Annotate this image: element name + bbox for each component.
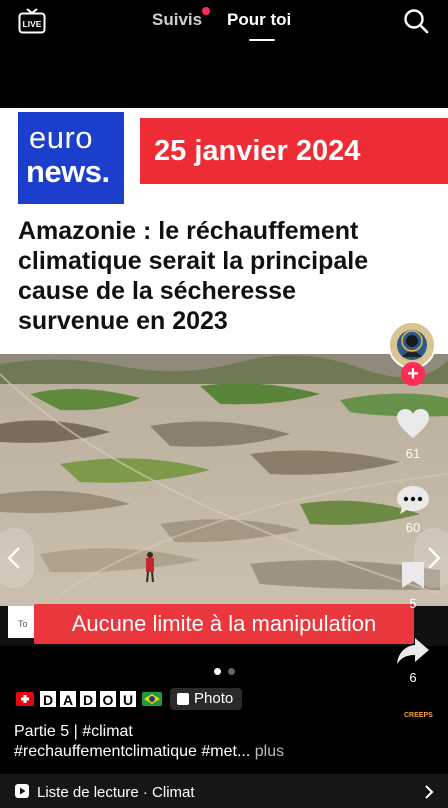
save-count: 5 [409,596,417,611]
description-hashtags[interactable]: #rechauffementclimatique #met... [14,743,250,760]
save-button[interactable] [400,560,426,595]
description-line1[interactable]: Partie 5 | #climat [14,723,133,741]
live-label: LIVE [23,19,42,29]
share-count: 6 [409,670,417,685]
description-line2[interactable]: #rechauffementclimatique #met... plus [14,743,414,761]
previous-photo-button[interactable] [0,528,34,588]
headline-line: survenue en 2023 [18,307,228,335]
headline-line: climatique serait la principale [18,247,369,275]
photo-badge: Photo [170,688,242,710]
author-letter[interactable]: U [119,690,137,708]
search-button[interactable] [403,8,429,34]
active-tab-indicator [249,39,275,41]
author-letter[interactable]: O [99,690,117,708]
more-link[interactable]: plus [255,743,284,760]
headline: Amazonie : le réchauffement climatique s… [18,216,398,336]
chevron-left-icon [7,547,20,569]
author-letter[interactable]: D [79,690,97,708]
overlay-caption: Aucune limite à la manipulation [34,604,414,644]
watermark: CREEPS [404,712,433,719]
comment-count: 60 [405,520,421,535]
playlist-label[interactable]: Liste de lecture · Climat [37,784,195,801]
playlist-icon [14,783,30,804]
euronews-logo: euro news. [18,112,124,204]
swiss-flag-icon [16,692,34,706]
author-letter[interactable]: A [59,690,77,708]
bookmark-icon [402,562,424,588]
carousel-dot-active [214,668,221,675]
partial-text: To [18,619,28,629]
headline-line: cause de la sécheresse [18,277,296,305]
share-arrow-icon [397,638,429,664]
chevron-right-icon [425,785,434,799]
share-button[interactable] [396,636,430,671]
partial-text-strip: To [8,606,36,638]
author-letter[interactable]: D [39,690,57,708]
search-icon [404,9,429,34]
date-banner: 25 janvier 2024 [140,118,448,184]
notification-dot [202,7,210,15]
avatar-image [390,323,434,367]
top-nav [0,0,448,50]
tab-for-you[interactable]: Pour toi [227,10,291,30]
drought-photo [0,354,448,606]
headline-line: Amazonie : le réchauffement [18,217,359,245]
logo-line1: euro [29,120,94,155]
follow-button[interactable]: + [401,362,425,386]
chevron-right-icon [428,547,441,569]
live-button[interactable]: LIVE [18,8,46,34]
heart-icon [397,409,429,438]
logo-line2: news. [26,154,110,189]
photo-icon [177,693,189,705]
playlist-chevron[interactable] [424,784,434,805]
comment-icon [397,486,429,514]
brazil-flag-icon [142,692,162,706]
comment-button[interactable] [396,484,430,521]
like-button[interactable] [396,408,430,445]
live-tv-icon: LIVE [18,8,46,34]
like-count: 61 [405,446,421,461]
photo-badge-label: Photo [194,690,234,707]
carousel-dot [228,668,235,675]
tab-following[interactable]: Suivis [152,10,202,30]
